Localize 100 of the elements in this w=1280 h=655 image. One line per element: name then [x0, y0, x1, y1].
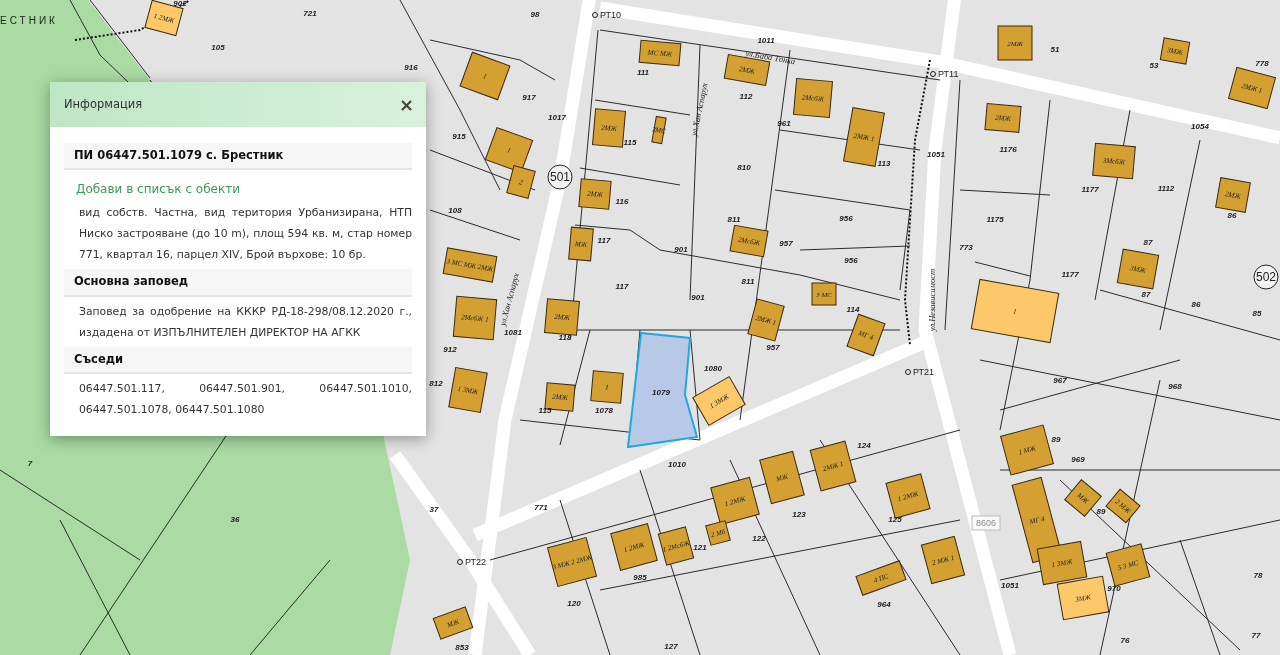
parcel-number: 89 — [1051, 435, 1061, 444]
parcel-number: 112 — [739, 92, 753, 101]
parcel-number: 86 — [1227, 211, 1237, 220]
section-text: Заповед за одобрение на КККР РД-18-298/08.12.2020 г., издадена от ИЗПЪЛНИТЕЛЕН ДИРЕКТОР НА АГКК — [78, 303, 413, 341]
parcel-number: 98 — [530, 10, 540, 19]
parcel-number: 37 — [429, 505, 439, 514]
parcel-number: 778 — [1255, 59, 1269, 68]
street-name: ул.Хан Аспарух — [688, 81, 710, 137]
parcel-number: 115 — [623, 138, 637, 147]
survey-point-icon — [905, 369, 911, 375]
parcel-heading: ПИ 06447.501.1079 с. Брестник — [64, 143, 412, 171]
survey-point-icon — [592, 12, 598, 18]
parcel-number: 124 — [857, 441, 871, 450]
parcel-number: 811 — [741, 277, 755, 286]
section-text: 06447.501.117, 06447.501.901, 06447.501.1010, 06447.501.1078, 06447.501.1080 — [78, 380, 413, 418]
parcel-number: 87 — [1141, 290, 1151, 299]
parcel-number: 117 — [615, 282, 629, 291]
street-name: ул.Хан Аспарух — [497, 271, 521, 327]
survey-point-icon — [457, 559, 463, 565]
parcel-number: 7 — [27, 459, 33, 468]
parcel-number: 125 — [888, 515, 902, 524]
section-heading: Основна заповед — [64, 269, 412, 297]
street-name: ул.Баба Тонка — [744, 47, 797, 67]
parcel-number: 956 — [844, 256, 858, 265]
add-to-list-link[interactable]: Добави в списък с обекти — [76, 182, 240, 197]
parcel-number: 812 — [429, 379, 443, 388]
parcel-number: 51 — [1050, 45, 1060, 54]
parcel-number: 771 — [534, 503, 548, 512]
parcel-number: 113 — [877, 159, 891, 168]
zone-circle — [1253, 264, 1279, 290]
parcel-number: 1011 — [757, 36, 775, 45]
parcel-number: 53 — [1149, 61, 1159, 70]
parcel-number: 108 — [448, 206, 462, 215]
parcel-number: 917 — [522, 93, 536, 102]
parcel-number: 76 — [1120, 636, 1130, 645]
panel-title: Информация — [64, 95, 143, 113]
street-name: ул.Независимост — [927, 268, 937, 332]
survey-point-label: РТ21 — [913, 367, 935, 377]
parcel-number: 1054 — [1191, 122, 1209, 131]
survey-point-label: РТ22 — [465, 557, 487, 567]
parcel-number: 811 — [727, 215, 741, 224]
parcel-number: 111 — [636, 68, 650, 77]
parcel-number: 957 — [766, 343, 780, 352]
parcel-number: 117 — [597, 236, 611, 245]
parcel-number: 1080 — [704, 364, 722, 373]
close-button[interactable]: × — [396, 95, 416, 114]
parcel-number: 964 — [877, 600, 891, 609]
parcel-number: 1112 — [1157, 184, 1175, 193]
parcel-number: 970 — [1107, 584, 1121, 593]
parcel-number: 1017 — [548, 113, 566, 122]
parcel-number: 77 — [1251, 631, 1261, 640]
parcel-description: вид собств. Частна, вид територия Урбанизирана, НТП Ниско застрояване (до 10 m), площ 594 кв. м, стар номер 771, квартал 16, парцел XIV, Брой върхове: 10 бр. — [78, 205, 413, 264]
parcel-number: 773 — [959, 243, 973, 252]
parcel-number: 118 — [558, 333, 572, 342]
parcel-number: 1051 — [927, 150, 945, 159]
road-number-plate — [971, 515, 1001, 531]
parcel-number: 901 — [691, 293, 705, 302]
parcel-number: 85 — [1252, 309, 1262, 318]
parcel-number: 1079 — [652, 388, 670, 397]
parcel-number: 89 — [1096, 507, 1106, 516]
parcel-number: 968 — [1168, 382, 1182, 391]
survey-point-icon — [930, 71, 936, 77]
locality-name: ЕСТНИК — [0, 15, 58, 26]
zone-number: 501 — [550, 170, 570, 184]
parcel-number: 810 — [737, 163, 751, 172]
parcel-number: 1078 — [595, 406, 613, 415]
parcel-number: 122 — [752, 534, 766, 543]
parcel-number: 957 — [779, 239, 793, 248]
parcel-number: 86 — [1191, 300, 1201, 309]
parcel-number: 120 — [567, 599, 581, 608]
road-number: 8606 — [976, 518, 996, 528]
parcel-number: 1051 — [1001, 581, 1019, 590]
parcel-number: 1175 — [986, 215, 1004, 224]
parcel-number: 105 — [211, 43, 225, 52]
parcel-number: 969 — [1071, 455, 1085, 464]
parcel-number: 902 — [173, 0, 187, 8]
parcel-number: 114 — [846, 305, 860, 314]
parcel-number: 956 — [839, 214, 853, 223]
parcel-number: 961 — [777, 119, 791, 128]
survey-point-label: РТ10 — [600, 10, 622, 20]
parcel-number: 116 — [615, 197, 629, 206]
parcel-number: 853 — [455, 643, 469, 652]
zone-number: 502 — [1256, 270, 1276, 284]
parcel-number: 967 — [1053, 376, 1067, 385]
parcel-number: 123 — [792, 510, 806, 519]
parcel-number: 1176 — [999, 145, 1017, 154]
parcel-number: 1081 — [504, 328, 522, 337]
parcel-number: 1177 — [1061, 270, 1079, 279]
section-heading: Съседи — [64, 346, 412, 374]
parcel-number: 1177 — [1081, 185, 1099, 194]
parcel-number: 36 — [230, 515, 240, 524]
parcel-number: 127 — [664, 642, 678, 651]
parcel-number: 912 — [443, 345, 457, 354]
parcel-number: 916 — [404, 63, 418, 72]
parcel-number: 901 — [674, 245, 688, 254]
parcel-number: 115 — [538, 406, 552, 415]
parcel-number: 915 — [452, 132, 466, 141]
parcel-number: 1010 — [668, 460, 686, 469]
parcel-number: 87 — [1143, 238, 1153, 247]
parcel-number: 721 — [303, 9, 317, 18]
